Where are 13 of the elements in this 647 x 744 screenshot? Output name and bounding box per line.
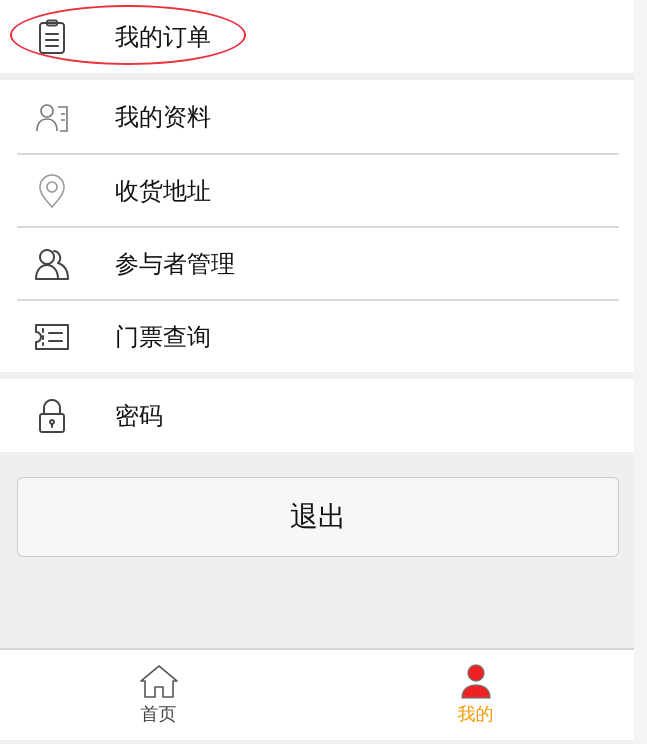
menu-label: 收货地址 [115, 176, 211, 206]
menu-item[interactable]: 门票查询 [17, 299, 619, 372]
logout-button[interactable]: 退出 [17, 477, 619, 557]
menu-item[interactable]: 我的资料 [17, 80, 619, 153]
menu-label: 我的资料 [115, 102, 211, 132]
tab[interactable]: 首页 [0, 650, 317, 740]
menu-item[interactable]: 收货地址 [17, 153, 619, 226]
menu-item[interactable]: 参与者管理 [17, 226, 619, 299]
menu-label: 我的订单 [115, 22, 211, 52]
menu-label: 参与者管理 [115, 248, 235, 280]
person-icon [458, 662, 492, 698]
menu-label: 密码 [115, 400, 163, 432]
menu-label: 门票查询 [115, 322, 211, 352]
